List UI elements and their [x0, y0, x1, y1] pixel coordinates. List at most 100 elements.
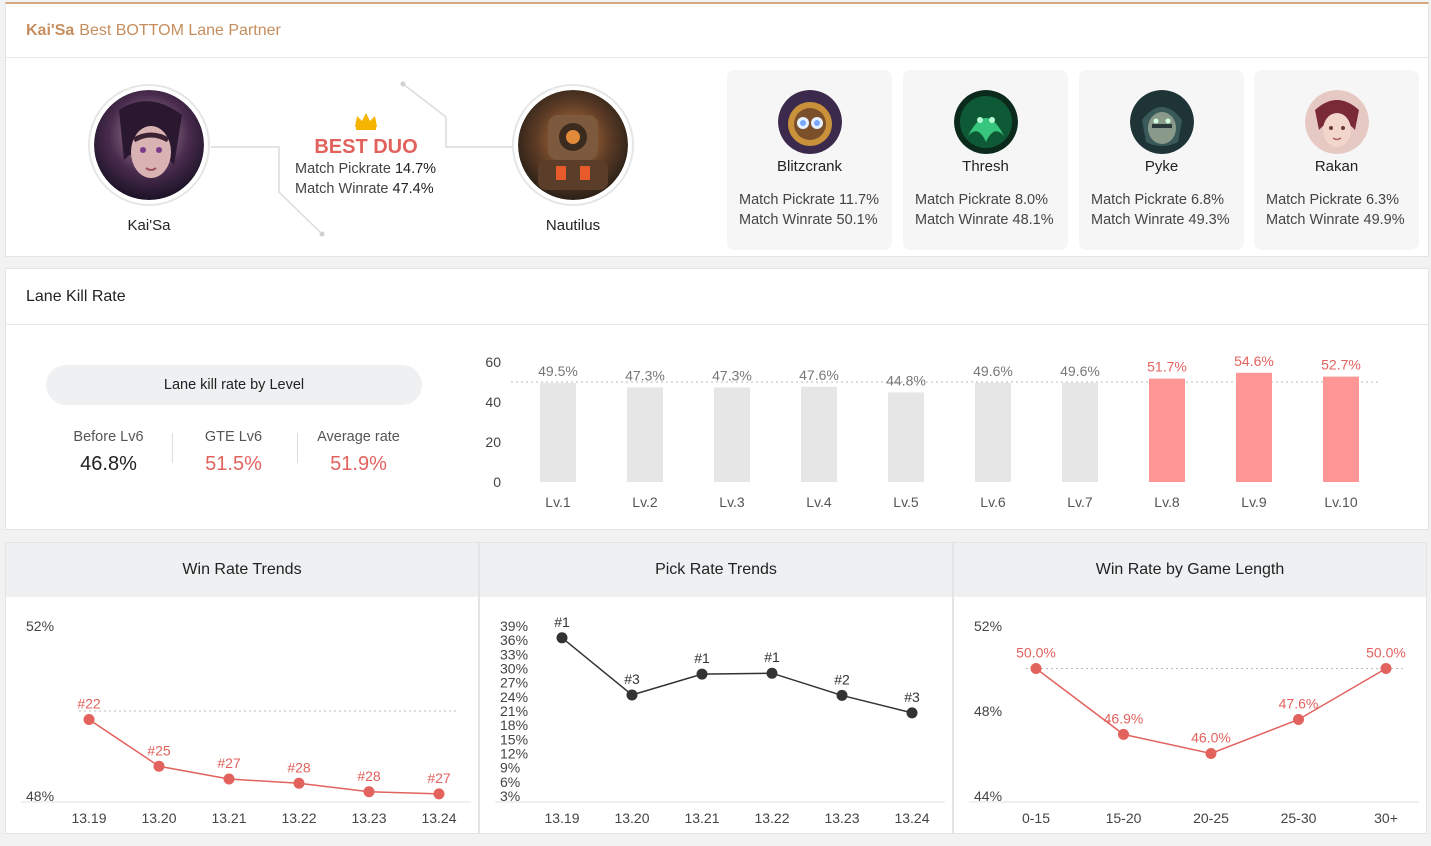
data-point [433, 788, 445, 800]
win-rate-trends-panel: Win Rate Trends 52% 48% #22 13.19 #25 13.20 #2… [5, 542, 479, 834]
data-point [626, 689, 638, 701]
stat-before-lv6: Before Lv6 46.8% [46, 429, 171, 476]
partner-stats: Match Pickrate 6.8% Match Winrate 49.3% [1091, 192, 1230, 228]
data-point [696, 668, 708, 680]
x-tick-label: Lv.6 [980, 494, 1006, 510]
win-rate-by-length-chart: 52%48%44%50.0%0-1546.9%15-2046.0%20-2547… [969, 618, 1419, 826]
x-tick-label: 13.19 [71, 810, 106, 826]
data-point [906, 707, 918, 719]
x-tick-label: Lv.2 [632, 494, 658, 510]
partner-name: Rakan [1314, 158, 1359, 175]
data-label: #27 [217, 755, 241, 771]
bar [1149, 378, 1185, 482]
partner-stats: Match Pickrate 6.3% Match Winrate 49.9% [1266, 192, 1405, 228]
partner-name: Blitzcrank [776, 158, 843, 175]
x-tick-label: Lv.7 [1067, 494, 1093, 510]
data-label: #28 [287, 759, 311, 775]
crown-icon [355, 113, 377, 130]
best-duo-panel: Kai'Sa Best BOTTOM Lane Partner Kai'Sa B… [5, 2, 1429, 257]
bar-value-label: 47.3% [625, 367, 665, 383]
x-tick-label: 13.22 [754, 810, 789, 826]
x-tick-label: Lv.5 [893, 494, 919, 510]
data-label: #2 [834, 671, 850, 687]
data-point [223, 773, 235, 785]
x-tick-label: 13.21 [684, 810, 719, 826]
x-tick-label: 13.22 [281, 810, 316, 826]
x-tick-label: 15-20 [1106, 810, 1142, 826]
x-tick-label: 13.23 [351, 810, 386, 826]
x-tick-label: 13.20 [141, 810, 176, 826]
data-label: #1 [694, 650, 710, 666]
data-point [1118, 728, 1129, 740]
y-tick-label: 48% [974, 703, 1002, 719]
data-label: #3 [624, 671, 640, 687]
x-tick-label: 30+ [1374, 810, 1398, 826]
thresh-portrait-icon [953, 90, 1018, 154]
bar-value-label: 44.8% [886, 372, 926, 388]
bar [627, 387, 663, 482]
best-duo-block: BEST DUO Match Pickrate 14.7% Match Winr… [291, 113, 441, 199]
data-point [83, 714, 95, 725]
y-tick-label: 40 [485, 394, 501, 410]
lane-kill-rate-panel: Lane Kill Rate Lane kill rate by Level B… [5, 268, 1429, 530]
bar [975, 382, 1011, 482]
data-point [766, 667, 778, 679]
bar [1062, 382, 1098, 482]
bar-value-label: 54.6% [1234, 353, 1274, 369]
bar-value-label: 47.6% [799, 367, 839, 383]
data-point [363, 786, 375, 798]
data-label: 50.0% [1016, 645, 1056, 661]
kaisa-avatar[interactable] [88, 84, 210, 206]
pick-rate-trends-title: Pick Rate Trends [480, 543, 952, 597]
partner-name: Pyke [1144, 158, 1179, 175]
bar-value-label: 52.7% [1321, 357, 1361, 373]
data-label: #3 [904, 689, 920, 705]
x-tick-label: Lv.1 [545, 494, 571, 510]
partner-card-rakan[interactable]: Rakan Match Pickrate 6.3% Match Winrate … [1254, 70, 1419, 250]
data-label: #1 [764, 649, 780, 665]
x-tick-label: 20-25 [1193, 810, 1229, 826]
partner-card-thresh[interactable]: Thresh Match Pickrate 8.0% Match Winrate… [903, 70, 1068, 250]
data-point [836, 689, 848, 701]
best-duo-label: BEST DUO [314, 136, 418, 158]
partner-card-blitzcrank[interactable]: Blitzcrank Match Pickrate 11.7% Match Wi… [727, 70, 892, 250]
win-rate-trends-chart: 52%48%#2213.19#2513.20#2713.21#2813.22#2… [21, 618, 471, 826]
x-tick-label: Lv.4 [806, 494, 832, 510]
duo-pickrate: Match Pickrate 14.7% [295, 161, 437, 177]
y-tick-label: 0 [493, 474, 501, 490]
stat-gte-lv6: GTE Lv6 51.5% [171, 429, 296, 476]
data-label: #28 [357, 768, 381, 784]
data-label: 50.0% [1366, 645, 1406, 661]
series-line [561, 637, 913, 714]
data-label: #1 [554, 614, 570, 630]
partner-stats: Match Pickrate 8.0% Match Winrate 48.1% [915, 192, 1054, 228]
y-tick-label: 52% [26, 618, 54, 634]
data-point [1205, 748, 1217, 759]
bar [714, 387, 750, 482]
kill-rate-by-level-pill[interactable]: Lane kill rate by Level [46, 365, 422, 405]
bar-value-label: 47.3% [712, 367, 752, 383]
x-tick-label: 13.24 [421, 810, 456, 826]
kill-rate-bar-chart: 60 40 20 0 49.5% Lv.1 47.3% Lv.2 47.3% Lv.3 47.6% L… [485, 353, 1381, 510]
data-label: #25 [147, 742, 171, 758]
bar-value-label: 49.6% [1060, 363, 1100, 379]
x-tick-label: 0-15 [1022, 810, 1050, 826]
x-tick-label: 25-30 [1281, 810, 1317, 826]
duo-winrate: Match Winrate 47.4% [295, 181, 434, 197]
stat-value: 46.8% [80, 453, 137, 475]
partner-name: Thresh [962, 158, 1009, 175]
stat-value: 51.9% [330, 453, 387, 475]
x-tick-label: 13.21 [211, 810, 246, 826]
x-tick-label: 13.24 [894, 810, 929, 826]
data-label: #27 [427, 770, 451, 786]
bar [888, 392, 924, 482]
bar-value-label: 51.7% [1147, 359, 1187, 375]
x-tick-label: Lv.9 [1241, 494, 1267, 510]
nautilus-avatar[interactable] [512, 84, 634, 206]
x-tick-label: Lv.8 [1154, 494, 1180, 510]
partner-card-pyke[interactable]: Pyke Match Pickrate 6.8% Match Winrate 4… [1079, 70, 1244, 250]
nautilus-name: Nautilus [545, 217, 601, 234]
data-label: 46.9% [1104, 710, 1144, 726]
y-tick-label: 60 [485, 354, 501, 370]
win-rate-by-length-title: Win Rate by Game Length [954, 543, 1426, 597]
